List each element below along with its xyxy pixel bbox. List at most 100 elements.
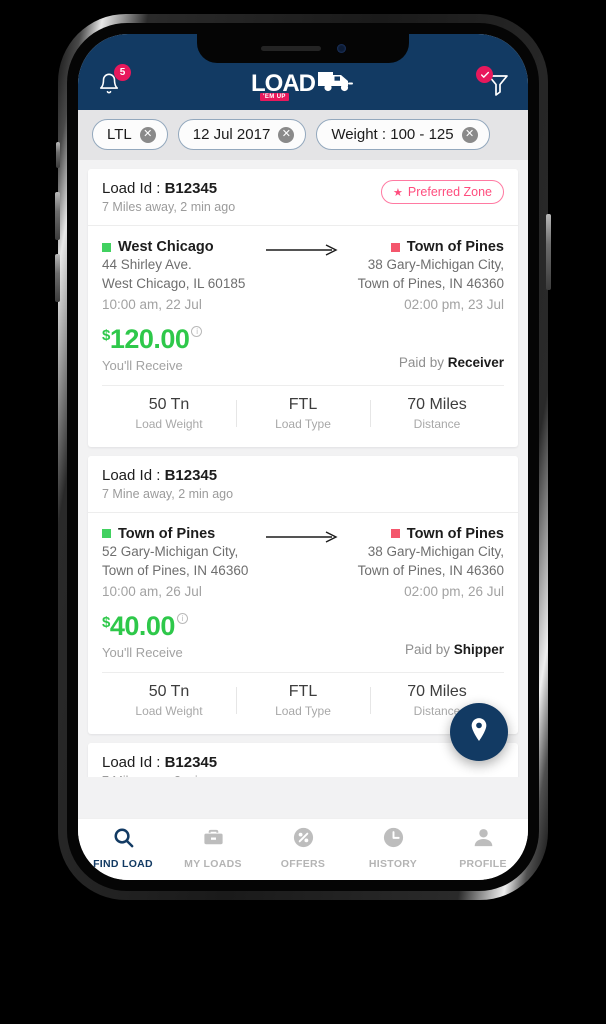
- filter-chip-label: LTL: [107, 126, 132, 143]
- paid-by: Paid by Receiver: [399, 355, 504, 372]
- origin-marker-icon: [102, 242, 111, 252]
- close-icon[interactable]: ✕: [139, 126, 156, 143]
- phone-bezel: 5 LOAD 'EM UP LTL ✕ 12 Jul 2017 ✕ Weight…: [67, 23, 539, 891]
- stat-value: FTL: [288, 682, 318, 700]
- load-card[interactable]: Load Id : B12345 7 Mile away, 2 min ago …: [88, 742, 518, 778]
- stat-value: 50 Tn: [148, 395, 190, 413]
- filter-chip-label: 12 Jul 2017: [192, 126, 271, 143]
- payment-row: $40.00 i You'll Receive Paid by Shipper: [88, 601, 518, 672]
- stat-value: FTL: [288, 395, 318, 413]
- stat-load-type: FTL Load Type: [236, 396, 370, 431]
- phone-screen: 5 LOAD 'EM UP LTL ✕ 12 Jul 2017 ✕ Weight…: [78, 34, 528, 880]
- stat-load-weight: 50 Tn Load Weight: [102, 683, 236, 718]
- filter-button[interactable]: [476, 66, 510, 100]
- tab-offers[interactable]: OFFERS: [258, 826, 348, 870]
- filter-chip-weight[interactable]: Weight : 100 - 125 ✕: [316, 119, 490, 150]
- load-distance-time: 7 Mile away, 2 min ago: [102, 774, 229, 778]
- destination-city: Town of Pines: [406, 525, 504, 542]
- tab-label: PROFILE: [459, 858, 507, 870]
- briefcase-icon: [202, 826, 225, 854]
- info-icon[interactable]: i: [176, 612, 188, 624]
- load-card[interactable]: Load Id : B12345 7 Mine away, 2 min ago …: [88, 455, 518, 734]
- stat-label: Load Weight: [135, 416, 203, 431]
- load-identity: Load Id : B12345 7 Mine away, 2 min ago: [102, 467, 233, 501]
- tab-label: MY LOADS: [184, 858, 242, 870]
- load-id: Load Id : B12345: [102, 467, 233, 484]
- load-card-header: Load Id : B12345 7 Mile away, 2 min ago: [88, 743, 518, 778]
- silent-switch[interactable]: [56, 142, 60, 168]
- load-list[interactable]: Load Id : B12345 7 Miles away, 2 min ago…: [78, 160, 528, 777]
- earpiece-speaker: [261, 46, 321, 51]
- destination-address-line2: Town of Pines, IN 46360: [357, 562, 504, 578]
- filter-active-badge: [476, 66, 493, 83]
- stat-label: Load Type: [275, 703, 331, 718]
- volume-up-button[interactable]: [55, 192, 60, 240]
- paid-by-value: Shipper: [453, 641, 504, 657]
- destination-time: 02:00 pm, 23 Jul: [404, 296, 504, 312]
- tab-label: FIND LOAD: [93, 858, 153, 870]
- price-caption: You'll Receive: [102, 357, 183, 373]
- destination-address-line2: Town of Pines, IN 46360: [357, 275, 504, 291]
- filter-chip-label: Weight : 100 - 125: [331, 126, 454, 143]
- destination-marker-icon: [390, 529, 400, 539]
- tab-profile[interactable]: PROFILE: [438, 826, 528, 870]
- load-id-value: B12345: [164, 466, 218, 484]
- origin-city: West Chicago: [118, 239, 214, 255]
- load-id-label: Load Id :: [102, 753, 165, 771]
- filter-chip-date[interactable]: 12 Jul 2017 ✕: [177, 119, 307, 150]
- route-row: West Chicago 44 Shirley Ave. West Chicag…: [88, 226, 518, 314]
- price-amount: $40.00 i: [102, 610, 188, 641]
- tab-my-loads[interactable]: MY LOADS: [168, 826, 258, 870]
- currency-symbol: $: [102, 326, 110, 344]
- status-badge: ★ Preferred Zone: [381, 180, 504, 204]
- stat-load-weight: 50 Tn Load Weight: [102, 396, 236, 431]
- power-button[interactable]: [546, 214, 551, 290]
- price-value: 40.00: [109, 610, 176, 641]
- currency-symbol: $: [102, 613, 110, 631]
- stat-label: Distance: [413, 416, 461, 431]
- load-id-label: Load Id :: [102, 466, 165, 484]
- filter-chip-ltl[interactable]: LTL ✕: [92, 119, 168, 150]
- clock-icon: [382, 826, 405, 854]
- bottom-navigation[interactable]: FIND LOAD MY LOADS OFFERS HISTORY PROFIL…: [78, 818, 528, 880]
- notifications-button[interactable]: 5: [96, 64, 131, 100]
- filter-chips-bar[interactable]: LTL ✕ 12 Jul 2017 ✕ Weight : 100 - 125 ✕: [78, 110, 528, 160]
- check-icon: [480, 71, 489, 78]
- tab-find-load[interactable]: FIND LOAD: [78, 826, 168, 870]
- destination-city: Town of Pines: [406, 239, 504, 255]
- close-icon[interactable]: ✕: [278, 126, 295, 143]
- star-icon: ★: [393, 186, 403, 199]
- origin-time: 10:00 am, 26 Jul: [102, 583, 202, 599]
- price-block: $120.00 i You'll Receive: [102, 323, 203, 373]
- load-card[interactable]: Load Id : B12345 7 Miles away, 2 min ago…: [88, 169, 518, 447]
- status-badge-label: Preferred Zone: [407, 185, 492, 199]
- paid-by: Paid by Shipper: [405, 642, 504, 659]
- destination-time: 02:00 pm, 26 Jul: [404, 583, 504, 599]
- stat-distance: 70 Miles Distance: [370, 396, 504, 431]
- map-view-fab[interactable]: [450, 703, 508, 761]
- search-icon: [112, 826, 135, 854]
- notch: [197, 34, 409, 63]
- load-card-header: Load Id : B12345 7 Miles away, 2 min ago…: [88, 169, 518, 226]
- volume-down-button[interactable]: [55, 254, 60, 302]
- price-value: 120.00: [109, 323, 190, 354]
- logo-text-block: LOAD 'EM UP: [251, 71, 316, 101]
- load-id-value: B12345: [164, 180, 218, 197]
- screenshot-stage: 5 LOAD 'EM UP LTL ✕ 12 Jul 2017 ✕ Weight…: [0, 0, 606, 1024]
- stat-value: 70 Miles: [407, 682, 467, 700]
- info-icon[interactable]: i: [191, 325, 203, 337]
- origin-city: Town of Pines: [118, 525, 216, 542]
- tab-history[interactable]: HISTORY: [348, 826, 438, 870]
- price-block: $40.00 i You'll Receive: [102, 610, 188, 660]
- load-identity: Load Id : B12345 7 Mile away, 2 min ago: [102, 754, 229, 778]
- price-caption: You'll Receive: [102, 644, 183, 660]
- close-icon[interactable]: ✕: [461, 126, 478, 143]
- destination-marker-icon: [390, 242, 400, 252]
- route-row: Town of Pines 52 Gary-Michigan City, Tow…: [88, 513, 518, 601]
- load-id-value: B12345: [164, 753, 218, 771]
- stat-label: Load Weight: [135, 703, 203, 718]
- person-icon: [472, 826, 495, 854]
- route-arrow-icon: [266, 243, 340, 261]
- tab-label: HISTORY: [368, 858, 418, 870]
- stat-value: 70 Miles: [407, 395, 467, 413]
